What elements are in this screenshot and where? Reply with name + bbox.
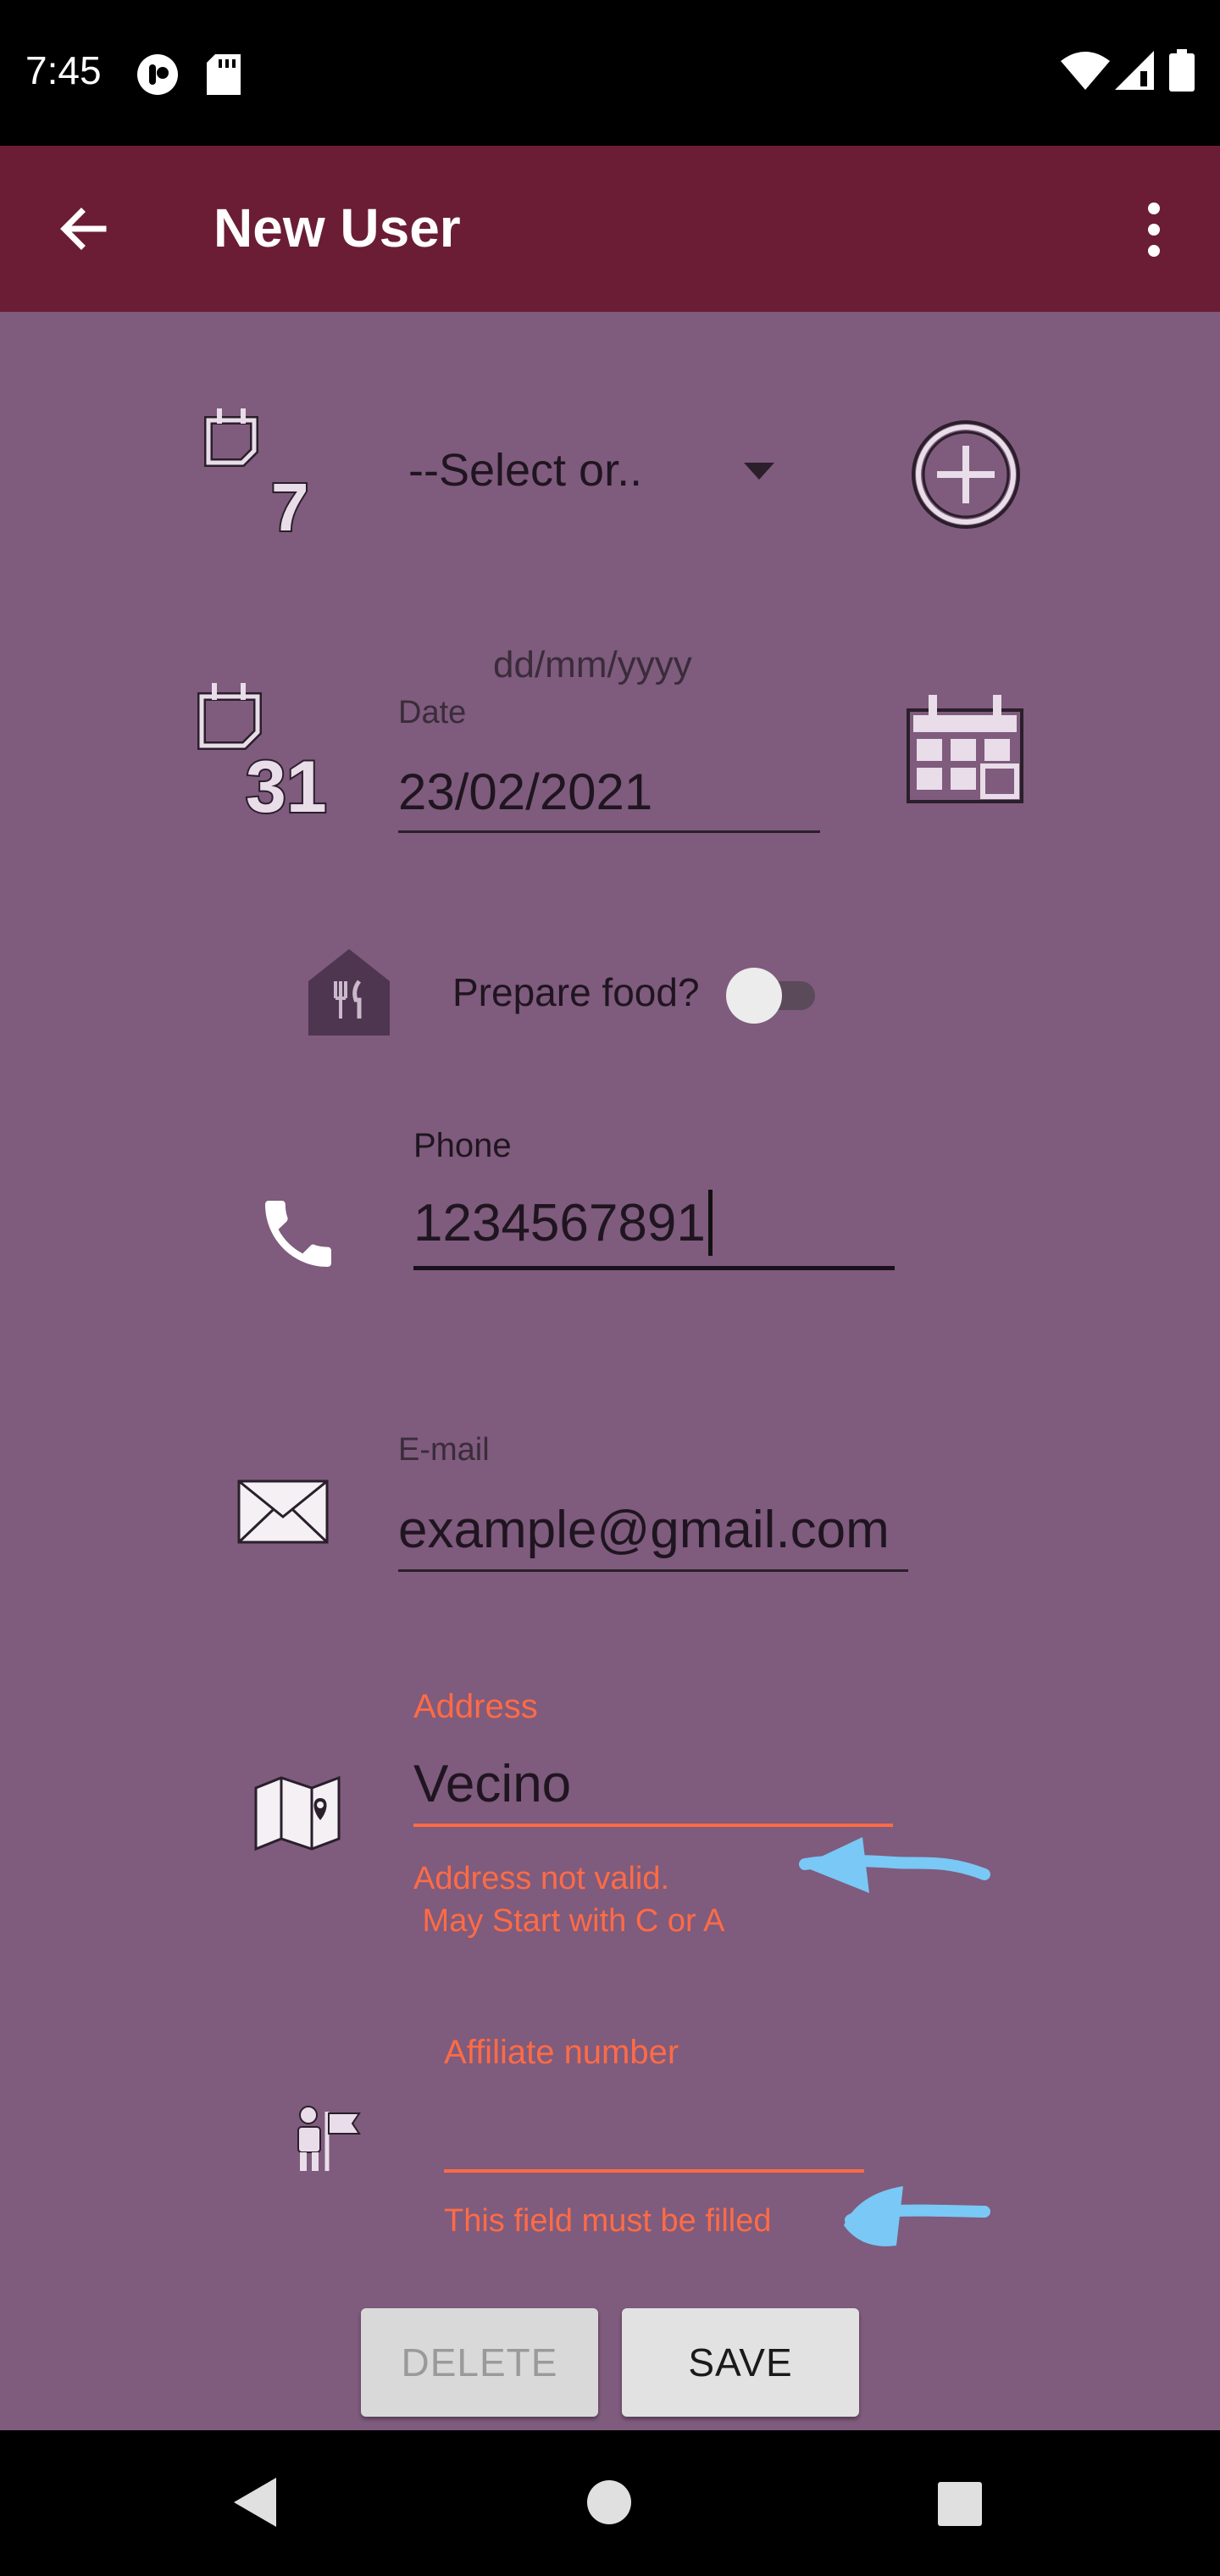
battery-icon [1169,49,1195,92]
nav-home-icon[interactable] [586,2479,632,2525]
calendar-7-icon: 7 [202,403,320,539]
annotation-arrow [839,2174,995,2254]
mail-icon [236,1478,330,1546]
calendar-31-icon: 31 [193,678,337,822]
sd-card-icon [207,54,241,95]
affiliate-flag-icon [293,2105,363,2173]
cell-signal-icon [1115,51,1154,90]
date-input[interactable]: 23/02/2021 [398,763,652,821]
page-title: New User [214,197,461,258]
email-label: E-mail [398,1432,490,1468]
svg-text:31: 31 [246,747,327,822]
affiliate-underline [444,2169,864,2173]
nav-recents-icon[interactable] [937,2481,983,2527]
dropdown-arrow-icon[interactable] [742,461,776,481]
map-icon [252,1773,342,1851]
prepare-food-switch[interactable] [720,964,825,1027]
overflow-menu-icon[interactable] [1135,200,1173,259]
address-error-line1: Address not valid. [413,1861,670,1896]
app-bar [0,146,1220,312]
affiliate-label: Affiliate number [444,2034,679,2071]
date-label: Date [398,695,467,730]
weekday-select[interactable]: --Select or.. [408,444,642,497]
svg-text:7: 7 [271,469,309,539]
address-label: Address [413,1688,538,1725]
text-cursor [708,1190,713,1256]
wifi-icon [1061,51,1110,90]
email-underline [398,1569,908,1572]
phone-label: Phone [413,1127,512,1164]
phone-icon [254,1190,342,1278]
delete-button[interactable]: DELETE [361,2308,598,2417]
address-error-line2: May Start with C or A [413,1903,725,1939]
restaurant-icon [307,947,391,1037]
status-time: 7:45 [25,48,102,92]
annotation-arrow [793,1822,993,1903]
form-container [0,312,1220,2430]
notification-icon [136,53,180,97]
address-input[interactable]: Vecino [413,1754,571,1814]
nav-back-icon[interactable] [230,2476,278,2529]
status-bar [0,0,1220,146]
phone-underline [413,1266,895,1270]
date-hint: dd/mm/yyyy [493,644,692,686]
save-button[interactable]: SAVE [622,2308,859,2417]
date-underline [398,830,820,833]
email-input[interactable]: example@gmail.com [398,1500,890,1560]
prepare-food-label: Prepare food? [452,970,700,1014]
back-arrow-icon[interactable] [51,197,115,261]
add-circle-icon[interactable] [908,417,1023,532]
affiliate-error: This field must be filled [444,2203,772,2239]
phone-input[interactable]: 1234567891 [413,1193,706,1253]
calendar-grid-icon[interactable] [901,690,1029,808]
